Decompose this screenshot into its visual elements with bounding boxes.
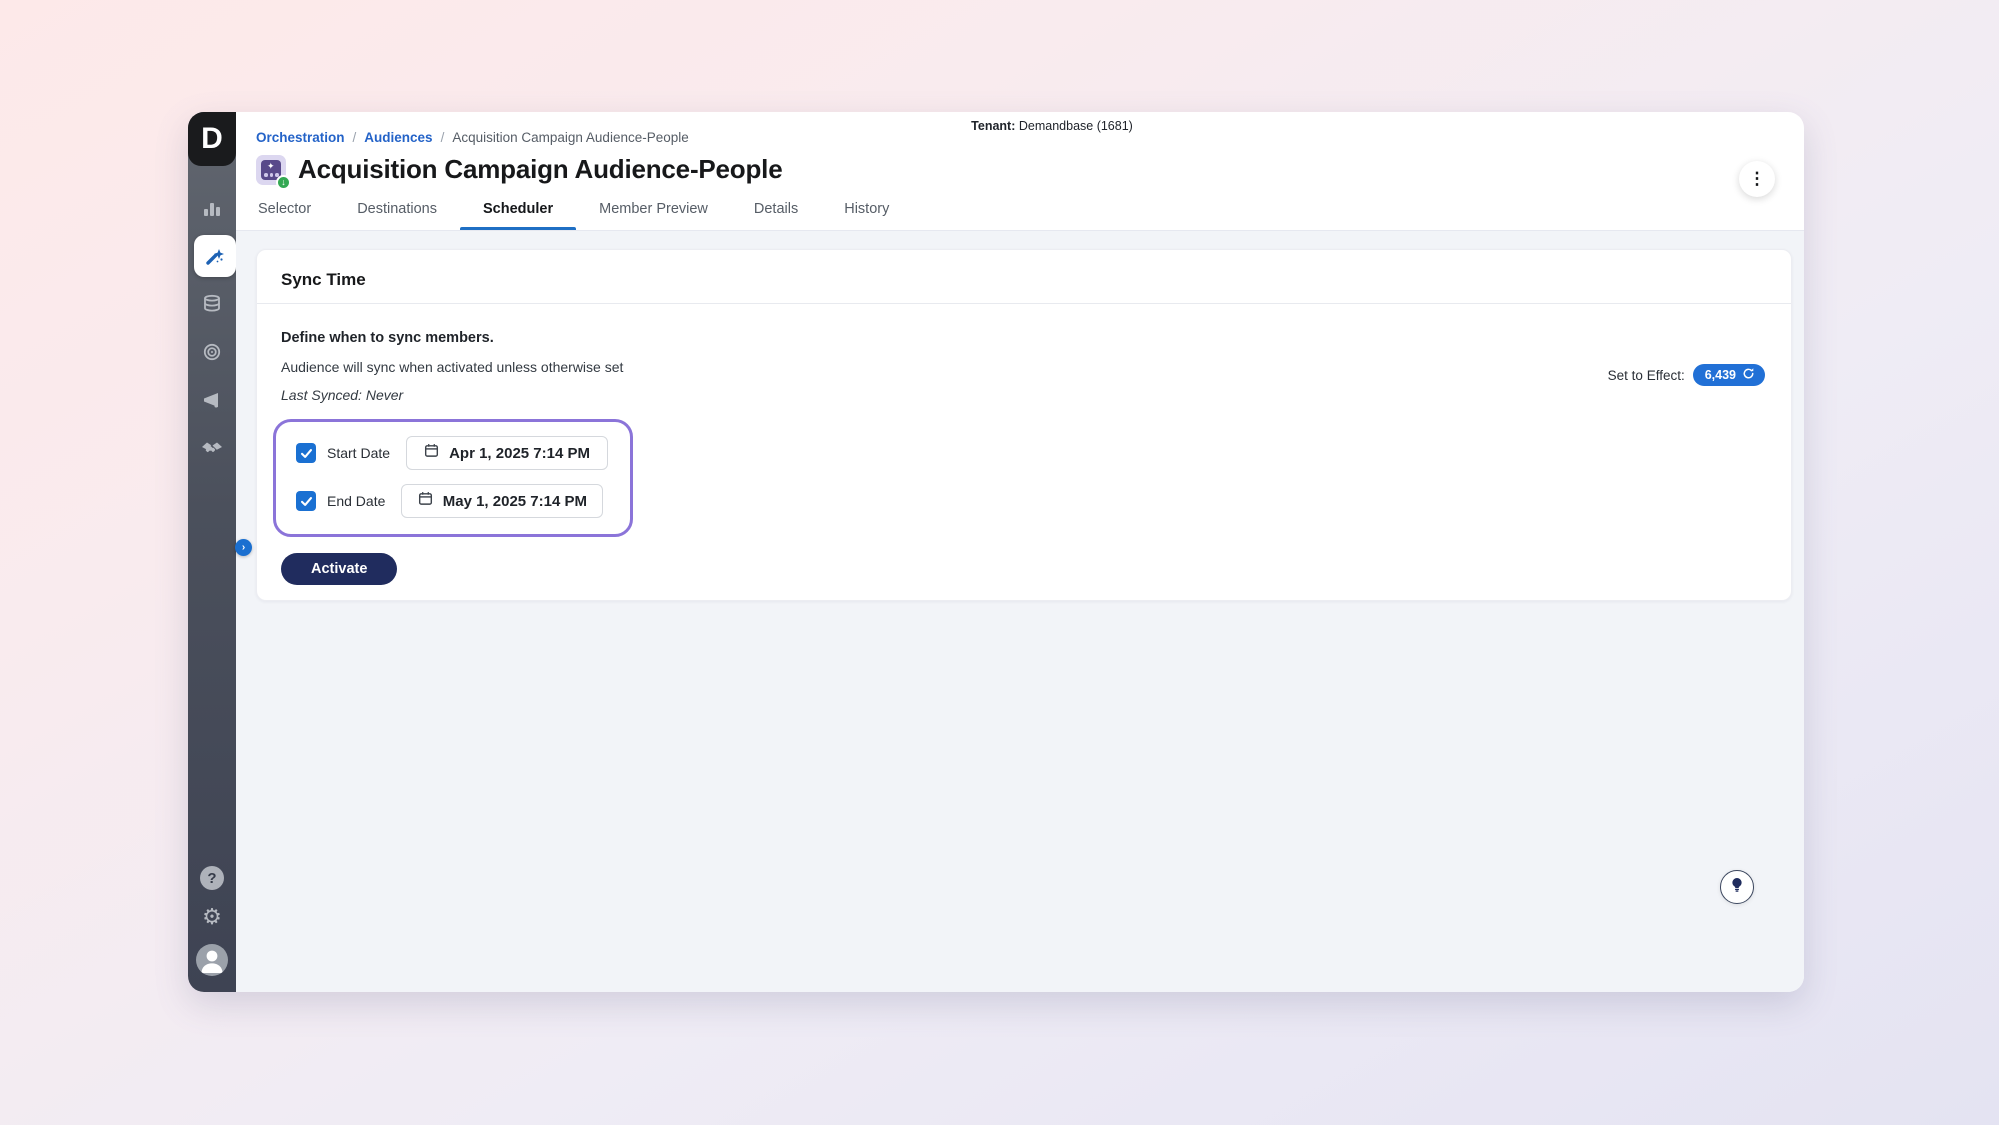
active-nav-tile [194, 235, 236, 277]
sync-status-badge-icon: ↓ [276, 175, 291, 190]
end-date-label: End Date [327, 493, 385, 509]
demandbase-logo[interactable]: D [188, 112, 236, 166]
bullseye-icon [202, 342, 222, 362]
set-to-effect-label: Set to Effect: [1608, 368, 1685, 383]
bar-chart-icon [202, 198, 222, 218]
scheduler-content: › Sync Time Define when to sync members.… [236, 230, 1804, 992]
start-date-label: Start Date [327, 445, 390, 461]
gear-icon: ⚙ [202, 904, 222, 929]
sidebar-nav [188, 184, 236, 472]
people-dots-icon [264, 173, 279, 177]
sidebar-item-orchestration[interactable] [188, 232, 236, 280]
main-area: Tenant: Demandbase (1681) ⋮ Orchestratio… [236, 112, 1804, 992]
tenant-banner: Tenant: Demandbase (1681) [268, 119, 1836, 133]
set-to-effect-row: Set to Effect: 6,439 [1608, 364, 1765, 386]
user-avatar[interactable] [196, 944, 228, 976]
sync-note: Audience will sync when activated unless… [281, 359, 1767, 375]
tab-destinations[interactable]: Destinations [357, 201, 437, 230]
tab-bar: Selector Destinations Scheduler Member P… [256, 201, 1778, 230]
activate-button[interactable]: Activate [281, 553, 397, 585]
kebab-menu-icon: ⋮ [1749, 169, 1766, 189]
page-title: Acquisition Campaign Audience-People [298, 154, 782, 185]
end-date-row: End Date May [296, 484, 608, 518]
tab-details[interactable]: Details [754, 201, 798, 230]
check-icon [300, 447, 313, 460]
start-date-input[interactable]: Apr 1, 2025 7:14 PM [406, 436, 608, 470]
tab-history[interactable]: History [844, 201, 889, 230]
tenant-label: Tenant: [971, 119, 1015, 133]
tab-scheduler[interactable]: Scheduler [483, 201, 553, 230]
tab-selector[interactable]: Selector [258, 201, 311, 230]
check-icon [300, 495, 313, 508]
sidebar: D [188, 112, 236, 992]
end-date-value: May 1, 2025 7:14 PM [443, 493, 587, 510]
settings-button[interactable]: ⚙ [202, 906, 222, 928]
set-to-effect-badge[interactable]: 6,439 [1693, 364, 1765, 386]
schedule-highlight-box: Start Date Ap [273, 419, 633, 537]
chevron-right-icon: › [242, 542, 245, 553]
refresh-icon[interactable] [1742, 367, 1755, 383]
handshake-icon [201, 437, 223, 459]
sync-time-body: Define when to sync members. Audience wi… [257, 304, 1791, 585]
sync-time-card: Sync Time Define when to sync members. A… [256, 249, 1792, 601]
help-button[interactable]: ? [200, 866, 224, 890]
end-date-input[interactable]: May 1, 2025 7:14 PM [401, 484, 603, 518]
sync-time-title: Sync Time [257, 250, 1791, 304]
end-date-checkbox[interactable] [296, 491, 316, 511]
sidebar-item-partnerships[interactable] [188, 424, 236, 472]
logo-letter: D [201, 122, 223, 156]
megaphone-icon [202, 390, 222, 410]
panel-expand-handle[interactable]: › [235, 539, 252, 556]
calendar-icon [418, 491, 433, 511]
sidebar-item-advertising[interactable] [188, 376, 236, 424]
magic-wand-icon [204, 245, 226, 267]
tenant-value: Demandbase (1681) [1015, 119, 1132, 133]
spark-icon: ✦ [267, 162, 275, 171]
tab-member-preview[interactable]: Member Preview [599, 201, 708, 230]
sidebar-item-data[interactable] [188, 280, 236, 328]
sidebar-item-targeting[interactable] [188, 328, 236, 376]
set-to-effect-value: 6,439 [1705, 368, 1736, 382]
start-date-value: Apr 1, 2025 7:14 PM [449, 445, 590, 462]
start-date-checkbox[interactable] [296, 443, 316, 463]
more-actions-button[interactable]: ⋮ [1739, 161, 1775, 197]
audience-type-icon: ✦ ↓ [256, 155, 286, 185]
help-tips-button[interactable] [1720, 870, 1754, 904]
last-synced-text: Last Synced: Never [281, 387, 1767, 403]
app-window: D [188, 112, 1804, 992]
sidebar-item-analytics[interactable] [188, 184, 236, 232]
lightbulb-icon [1729, 877, 1745, 898]
database-icon [202, 294, 222, 314]
person-icon [196, 944, 228, 976]
sidebar-bottom: ? ⚙ [188, 866, 236, 976]
define-heading: Define when to sync members. [281, 330, 1767, 346]
calendar-icon [424, 443, 439, 463]
start-date-row: Start Date Ap [296, 436, 608, 470]
question-icon: ? [207, 870, 216, 887]
title-row: ✦ ↓ Acquisition Campaign Audience-People [256, 154, 1778, 185]
